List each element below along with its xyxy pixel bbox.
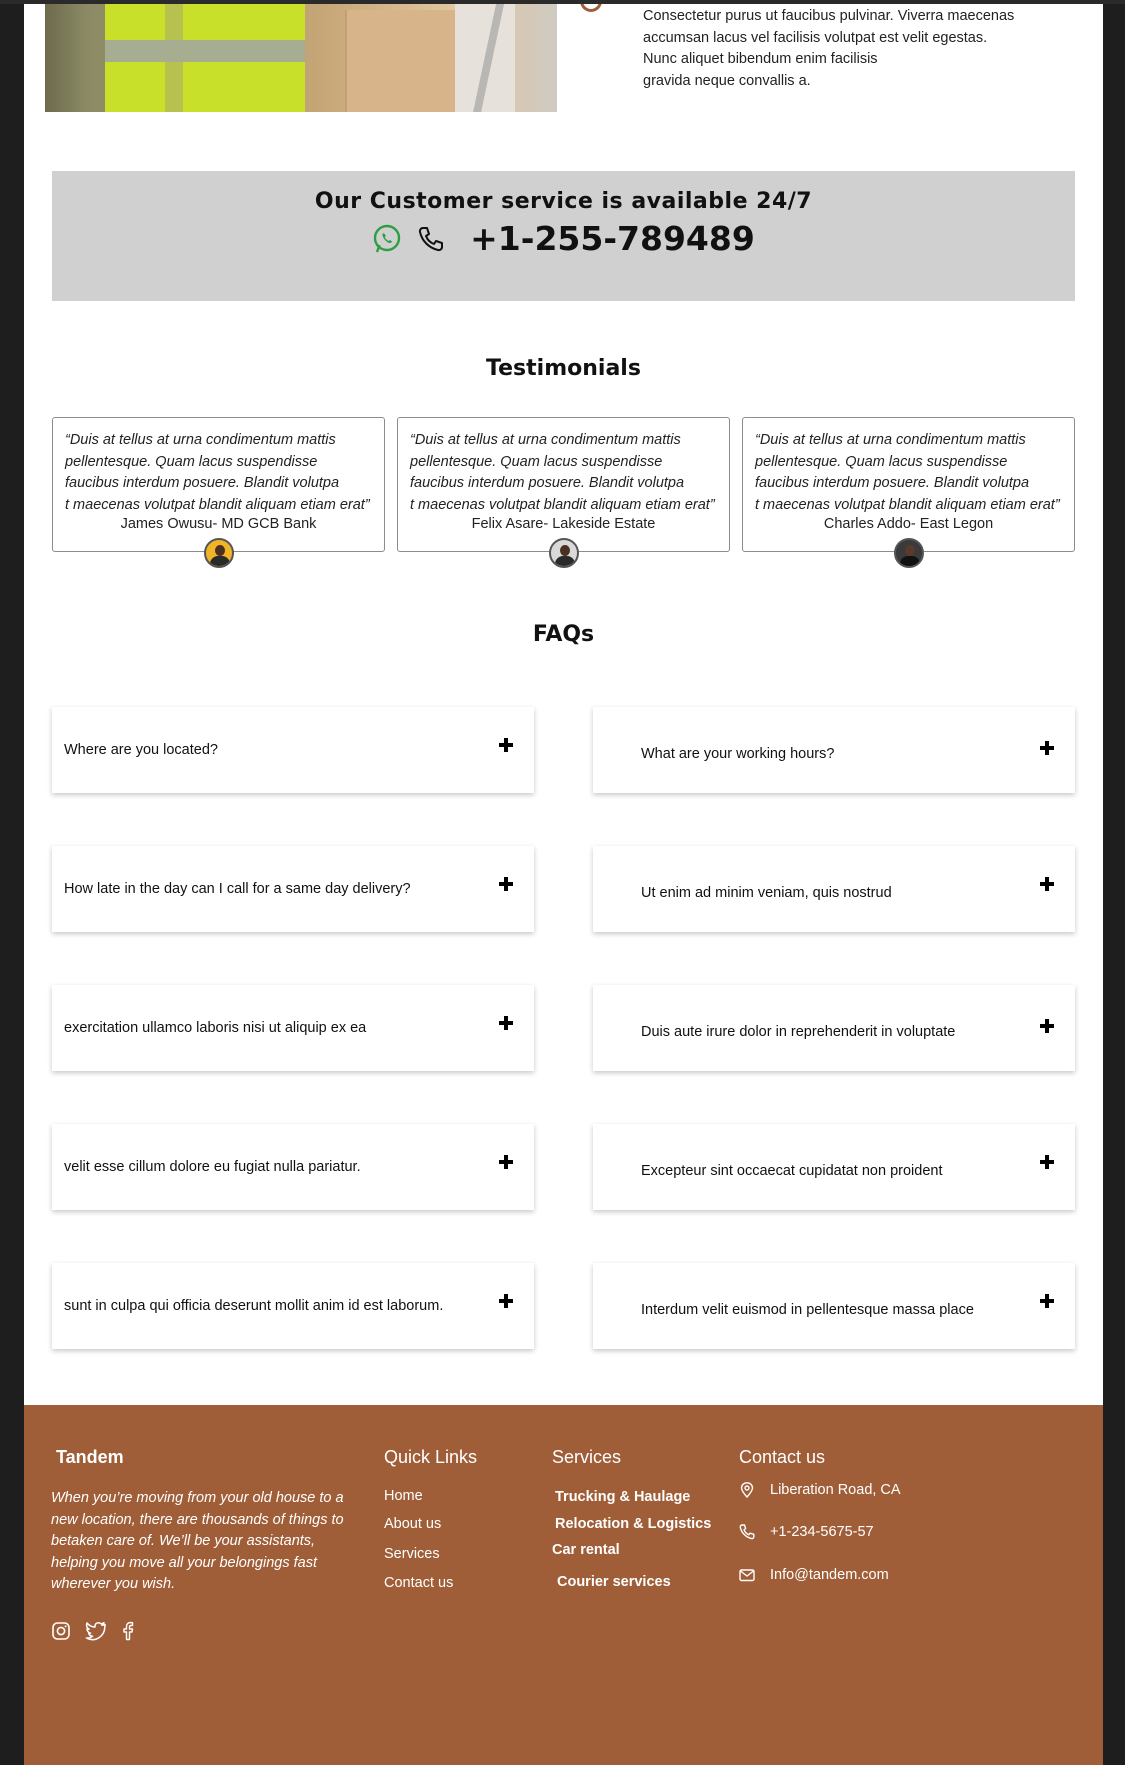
footer-link-about[interactable]: About us: [384, 1516, 441, 1532]
plus-icon[interactable]: [1040, 1155, 1054, 1169]
plus-icon[interactable]: [1040, 877, 1054, 891]
instagram-icon[interactable]: [51, 1621, 71, 1641]
testimonial-quote: “Duis at tellus at urna condimentum matt…: [65, 430, 383, 516]
faq-item[interactable]: Ut enim ad minim veniam, quis nostrud: [593, 846, 1075, 932]
footer-link-services[interactable]: Services: [384, 1546, 440, 1562]
testimonial-author: Felix Asare- Lakeside Estate: [471, 516, 656, 532]
quote-line: pellentesque. Quam lacus suspendisse: [755, 453, 1008, 470]
quote-line: faucibus interdum posuere. Blandit volut…: [65, 475, 340, 491]
phone-icon: [738, 1523, 756, 1541]
phone-icon[interactable]: [416, 224, 446, 254]
quote-line: t maecenas volutpat blandit aliquam etia…: [410, 496, 715, 513]
faq-item[interactable]: Interdum velit euismod in pellentesque m…: [593, 1263, 1075, 1349]
plus-icon[interactable]: [1040, 1019, 1054, 1033]
browser-top-edge: [0, 0, 1125, 4]
faq-item[interactable]: Where are you located?: [52, 707, 534, 793]
quote-line: t maecenas volutpat blandit aliquam etia…: [755, 496, 1060, 513]
customer-service-phone[interactable]: +1-255-789489: [470, 219, 755, 258]
customer-service-contact-row: +1-255-789489: [52, 219, 1075, 258]
page: Consectetur purus ut faucibus pulvinar. …: [24, 0, 1103, 1765]
testimonial-card: “Duis at tellus at urna condimentum matt…: [397, 417, 730, 568]
service-link-trucking[interactable]: Trucking & Haulage: [555, 1489, 690, 1505]
plus-icon[interactable]: [499, 1016, 513, 1030]
quote-line: faucibus interdum posuere. Blandit volut…: [410, 475, 685, 491]
hero-paragraph: Consectetur purus ut faucibus pulvinar. …: [643, 6, 1023, 92]
faq-question: exercitation ullamco laboris nisi ut ali…: [64, 1020, 367, 1036]
testimonial-card: “Duis at tellus at urna condimentum matt…: [742, 417, 1075, 568]
services-title: Services: [552, 1447, 622, 1467]
quote-line: t maecenas volutpat blandit aliquam etia…: [65, 496, 370, 513]
contact-email: Info@tandem.com: [738, 1566, 889, 1584]
contact-phone: +1-234-5675-57: [738, 1523, 874, 1541]
customer-service-banner: Our Customer service is available 24/7 +…: [52, 171, 1075, 301]
social-links: [51, 1621, 135, 1641]
faq-question: What are your working hours?: [641, 746, 835, 762]
hero-line: gravida neque convallis a.: [643, 72, 811, 89]
contact-title: Contact us: [739, 1447, 826, 1467]
faqs-title: FAQs: [532, 622, 595, 647]
faq-item[interactable]: Excepteur sint occaecat cupidatat non pr…: [593, 1124, 1075, 1210]
quote-line: pellentesque. Quam lacus suspendisse: [65, 453, 318, 470]
plus-icon[interactable]: [499, 877, 513, 891]
customer-service-title: Our Customer service is available 24/7: [314, 189, 813, 214]
service-link-car-rental[interactable]: Car rental: [552, 1542, 620, 1558]
contact-email-text[interactable]: Info@tandem.com: [770, 1567, 889, 1583]
avatar: [549, 538, 579, 568]
faq-item[interactable]: velit esse cillum dolore eu fugiat nulla…: [52, 1124, 534, 1210]
footer-brand[interactable]: Tandem: [56, 1447, 124, 1468]
hero-line: accumsan lacus vel facilisis volutpat es…: [643, 29, 988, 46]
plus-icon[interactable]: [1040, 741, 1054, 755]
contact-address: Liberation Road, CA: [738, 1481, 901, 1499]
faq-question: How late in the day can I call for a sam…: [64, 881, 411, 897]
testimonial-author: Charles Addo- East Legon: [823, 516, 994, 532]
quote-line: “Duis at tellus at urna condimentum matt…: [65, 432, 336, 448]
service-link-courier[interactable]: Courier services: [557, 1574, 671, 1590]
mail-icon: [738, 1566, 756, 1584]
faq-question: Ut enim ad minim veniam, quis nostrud: [641, 885, 892, 901]
contact-address-text: Liberation Road, CA: [770, 1482, 901, 1498]
hero-line: Nunc aliquet bibendum enim facilisis: [643, 51, 878, 67]
faq-question: Duis aute irure dolor in reprehenderit i…: [641, 1024, 956, 1040]
faq-question: Interdum velit euismod in pellentesque m…: [641, 1302, 974, 1318]
faq-question: velit esse cillum dolore eu fugiat nulla…: [64, 1159, 361, 1175]
footer: Tandem When you’re moving from your old …: [24, 1405, 1103, 1765]
plus-icon[interactable]: [499, 738, 513, 752]
footer-link-home[interactable]: Home: [384, 1488, 423, 1504]
plus-icon[interactable]: [499, 1155, 513, 1169]
contact-phone-text[interactable]: +1-234-5675-57: [770, 1524, 874, 1540]
faq-item[interactable]: sunt in culpa qui officia deserunt molli…: [52, 1263, 534, 1349]
quote-line: faucibus interdum posuere. Blandit volut…: [755, 475, 1030, 491]
testimonial-card: “Duis at tellus at urna condimentum matt…: [52, 417, 385, 568]
faq-question: Where are you located?: [64, 742, 218, 758]
faq-question: sunt in culpa qui officia deserunt molli…: [64, 1298, 444, 1314]
plus-icon[interactable]: [1040, 1294, 1054, 1308]
avatar: [894, 538, 924, 568]
service-link-relocation[interactable]: Relocation & Logistics: [555, 1516, 711, 1532]
testimonial-quote: “Duis at tellus at urna condimentum matt…: [755, 430, 1073, 516]
hero-image: [45, 0, 557, 112]
footer-description: When you’re moving from your old house t…: [51, 1490, 344, 1592]
quick-links-title: Quick Links: [384, 1447, 478, 1467]
quote-line: “Duis at tellus at urna condimentum matt…: [755, 432, 1026, 448]
faq-item[interactable]: What are your working hours?: [593, 707, 1075, 793]
quote-line: “Duis at tellus at urna condimentum matt…: [410, 432, 681, 448]
avatar: [204, 538, 234, 568]
footer-link-contact[interactable]: Contact us: [384, 1575, 453, 1591]
faq-item[interactable]: exercitation ullamco laboris nisi ut ali…: [52, 985, 534, 1071]
faq-item[interactable]: How late in the day can I call for a sam…: [52, 846, 534, 932]
location-pin-icon: [738, 1481, 756, 1499]
quote-line: pellentesque. Quam lacus suspendisse: [410, 453, 663, 470]
twitter-icon[interactable]: [85, 1621, 107, 1641]
testimonial-author: James Owusu- MD GCB Bank: [120, 516, 317, 532]
testimonial-quote: “Duis at tellus at urna condimentum matt…: [410, 430, 728, 516]
facebook-icon[interactable]: [121, 1621, 135, 1641]
faq-item[interactable]: Duis aute irure dolor in reprehenderit i…: [593, 985, 1075, 1071]
plus-icon[interactable]: [499, 1294, 513, 1308]
whatsapp-icon[interactable]: [372, 224, 402, 254]
hero-line: Consectetur purus ut faucibus pulvinar. …: [643, 8, 1015, 24]
faq-question: Excepteur sint occaecat cupidatat non pr…: [641, 1163, 943, 1179]
testimonials-title: Testimonials: [486, 356, 641, 381]
